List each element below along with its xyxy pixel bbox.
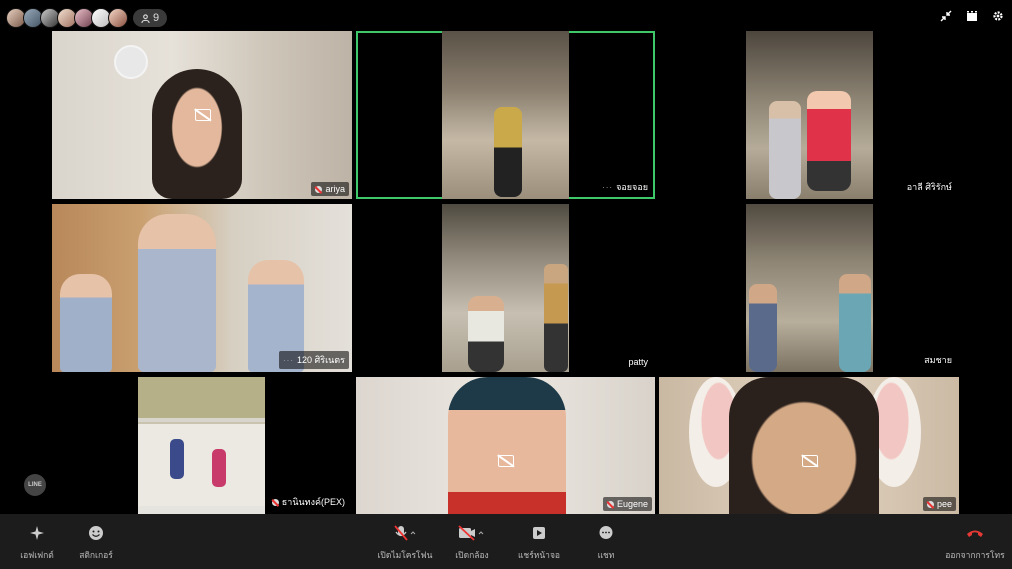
video-tile-eugene[interactable]: Eugene [356,377,655,514]
mic-off-icon [271,498,279,506]
audio-level-icon: ··· [602,182,614,192]
person-icon [141,13,150,23]
hang-up-icon [967,530,983,537]
video-tile-joyjoy[interactable]: ··· จอยจอย [356,31,655,199]
adult-figure [544,264,568,372]
camera-off-icon [498,455,514,467]
line-logo: LINE [24,474,46,496]
participant-name-tag: ariya [311,182,349,196]
person-face [729,377,879,514]
video-tile-pee[interactable]: pee [659,377,959,514]
child-figure [807,91,851,191]
person-figure [494,107,522,197]
video-tile-somchai[interactable]: สมชาย [659,204,959,372]
participant-name-tag: pee [922,497,956,511]
mic-off-icon [315,185,323,193]
participant-name-tag: ··· 120 ศิริเนตร [279,351,349,369]
video-tile-patty[interactable]: patty [356,204,655,372]
mic-off-icon [606,500,614,508]
child-figure [212,449,226,487]
participant-name-tag: สมชาย [924,355,952,365]
child-figure [468,296,504,372]
participant-count-badge[interactable]: 9 [133,9,168,27]
leave-call-button[interactable]: ออกจากการโทร [940,522,1010,562]
child-figure [749,284,777,372]
participant-avatars[interactable]: 9 [6,8,168,28]
participant-name-tag: patty [628,357,648,367]
minimize-icon[interactable] [940,10,952,22]
camera-button[interactable]: เปิดกล้อง [437,522,507,562]
screen-share-frame [138,422,265,506]
child-figure [170,439,184,479]
person-face [152,69,242,199]
gear-icon[interactable] [992,10,1004,22]
wall-clock [114,45,148,79]
audio-level-icon: ··· [283,355,295,365]
adult-figure [769,101,801,199]
video-tile-pex[interactable]: ธานินทงค์(PEX) [52,377,352,514]
mic-muted-icon [394,525,416,541]
avatar [108,8,128,28]
grid-layout-icon[interactable] [966,10,978,22]
screen-share-icon [533,527,545,539]
participant-count: 9 [153,12,160,24]
call-toolbar: เอฟเฟกต์ สติกเกอร์ เปิดไมโครโฟน เปิดกล้อ… [0,514,1012,569]
camera-off-icon [802,455,818,467]
chat-button[interactable]: แชท [571,522,641,562]
child-figure [60,274,112,372]
nurse-figure [138,214,216,372]
top-bar: 9 [0,0,1012,30]
sparkle-icon [30,526,44,540]
participant-name-tag: ธานินทงค์(PEX) [268,493,349,511]
person-face [448,377,566,514]
smiley-icon [89,526,103,540]
microphone-button[interactable]: เปิดไมโครโฟน [370,522,440,562]
video-tile-ali[interactable]: อาลี ศิริรักษ์ [659,31,959,199]
video-tile-ariya[interactable]: ariya [52,31,352,199]
camera-off-icon [195,109,211,121]
child-figure [839,274,871,372]
stickers-button[interactable]: สติกเกอร์ [61,522,131,562]
video-tile-120[interactable]: ··· 120 ศิริเนตร [52,204,352,372]
participant-name-tag: Eugene [602,497,652,511]
participant-name-tag: ··· จอยจอย [602,182,648,192]
mic-off-icon [926,500,934,508]
chat-bubble-icon [599,526,613,539]
camera-off-icon [458,525,484,541]
participant-name-tag: อาลี ศิริรักษ์ [906,182,952,192]
share-screen-button[interactable]: แชร์หน้าจอ [504,522,574,562]
